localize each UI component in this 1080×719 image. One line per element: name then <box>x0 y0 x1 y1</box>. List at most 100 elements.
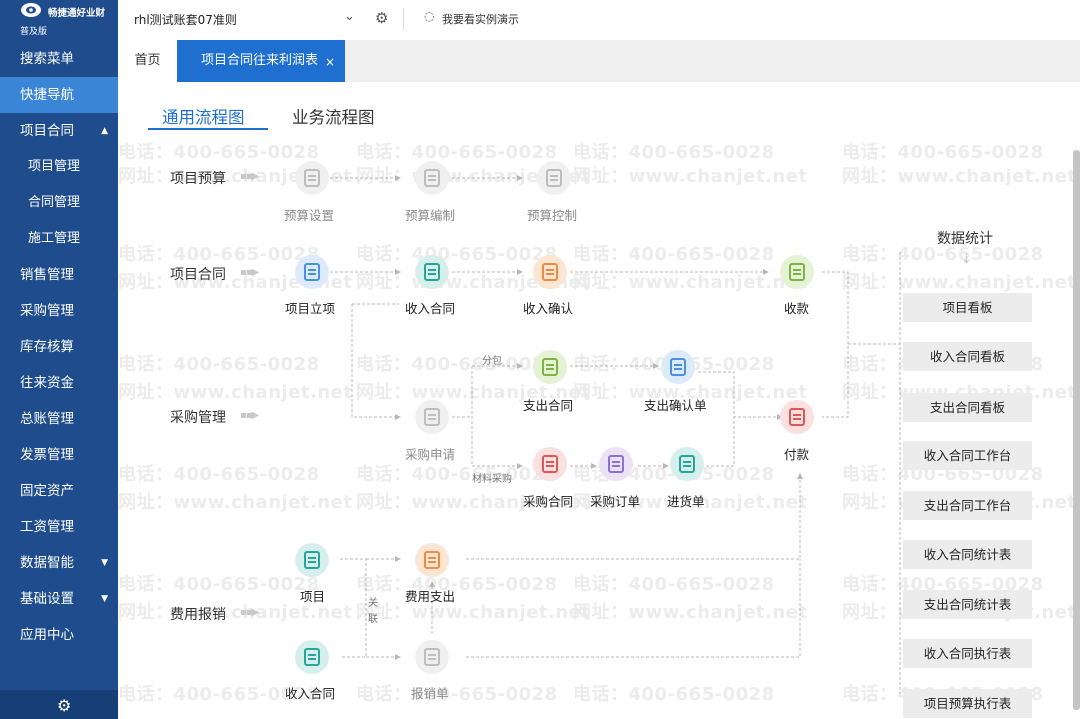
sidebar-item-purchasing[interactable]: 采购管理 <box>0 293 118 329</box>
project-icon[interactable] <box>295 543 329 577</box>
expense-contract-label: 支出合同 <box>523 398 574 413</box>
sidebar-item-label: 项目管理 <box>28 159 81 174</box>
arrow-right-icon: ▪▪▶ <box>240 607 259 618</box>
sidebar-item-label: 采购管理 <box>20 303 74 319</box>
sidebar-item-search-menu[interactable]: 搜索菜单 <box>0 41 118 77</box>
document-icon <box>608 455 624 473</box>
expense-confirm-icon[interactable] <box>661 350 695 384</box>
budget-setup-icon[interactable] <box>295 161 329 195</box>
tab-home[interactable]: 首页 <box>118 40 177 82</box>
tab-bar: 首页 项目合同往来利润表 × <box>118 40 1080 82</box>
data-stats-title: 数据统计 <box>937 231 993 247</box>
income-confirm-label: 收入确认 <box>523 301 574 316</box>
sidebar-item-funds[interactable]: 往来资金 <box>0 365 118 401</box>
document-icon <box>304 263 320 281</box>
report-income-contract-execution[interactable]: 收入合同执行表 <box>903 639 1032 668</box>
sidebar-item-invoice[interactable]: 发票管理 <box>0 437 118 473</box>
account-selector[interactable]: rhl测试账套07准则 <box>134 11 237 28</box>
budget-compile-icon[interactable] <box>415 161 449 195</box>
purchase-order-label: 采购订单 <box>590 494 641 509</box>
arrow-right-icon: ▪▪▶ <box>240 267 259 278</box>
report-expense-contract-workbench[interactable]: 支出合同工作台 <box>903 491 1032 520</box>
budget-control-icon[interactable] <box>537 161 571 195</box>
report-income-contract-workbench[interactable]: 收入合同工作台 <box>903 441 1032 470</box>
income-contract-label: 收入合同 <box>405 301 456 316</box>
close-icon[interactable]: × <box>325 41 335 83</box>
chat-icon[interactable]: ◌ <box>424 9 434 23</box>
report-income-contract-stats[interactable]: 收入合同统计表 <box>903 540 1032 569</box>
logo: 畅捷通好业财 普及版 <box>0 0 118 40</box>
gear-icon[interactable]: ⚙ <box>57 696 71 715</box>
receipt-icon[interactable] <box>780 255 814 289</box>
purchase-request-icon[interactable] <box>415 400 449 434</box>
edition-label: 普及版 <box>20 27 48 37</box>
sidebar-item-fixed-assets[interactable]: 固定资产 <box>0 473 118 509</box>
chevron-down-icon: ▼ <box>101 558 108 568</box>
report-expense-contract-stats[interactable]: 支出合同统计表 <box>903 590 1032 619</box>
row-label-contract: 项目合同 <box>170 267 226 283</box>
budget-control-label: 预算控制 <box>527 208 578 223</box>
sidebar-item-label: 施工管理 <box>28 231 81 246</box>
sidebar-item-label: 总账管理 <box>20 411 74 427</box>
sidebar-item-label: 应用中心 <box>20 627 74 643</box>
sidebar-item-label: 发票管理 <box>20 447 74 463</box>
wallet-icon <box>789 263 805 281</box>
sidebar-item-payroll[interactable]: 工资管理 <box>0 509 118 545</box>
document-icon <box>679 455 695 473</box>
list-icon <box>304 551 320 569</box>
sidebar-item-ledger[interactable]: 总账管理 <box>0 401 118 437</box>
purchase-contract-label: 采购合同 <box>523 494 574 509</box>
expense-out-icon[interactable] <box>415 543 449 577</box>
purchase-order-icon[interactable] <box>599 447 633 481</box>
budget-compile-label: 预算编制 <box>405 208 456 223</box>
link-label: 关 <box>368 598 378 609</box>
sidebar-item-contract-management[interactable]: 合同管理 <box>0 185 118 221</box>
sidebar-item-basic-settings[interactable]: 基础设置 ▼ <box>0 581 118 617</box>
divider <box>403 8 404 30</box>
reimburse-icon[interactable] <box>415 640 449 674</box>
income-contract-icon[interactable] <box>415 255 449 289</box>
vertical-scrollbar[interactable] <box>1073 150 1080 710</box>
sidebar-item-project-management[interactable]: 项目管理 <box>0 149 118 185</box>
document-icon <box>424 648 440 666</box>
document-icon <box>542 358 558 376</box>
material-purchase-label: 材料采购 <box>472 474 512 485</box>
sidebar-item-label: 合同管理 <box>28 195 81 210</box>
report-income-contract-board[interactable]: 收入合同看板 <box>903 342 1032 371</box>
reimburse-label: 报销单 <box>411 686 449 701</box>
income-contract-2-label: 收入合同 <box>285 686 336 701</box>
sidebar-item-label: 基础设置 <box>20 591 74 607</box>
document-icon <box>424 408 440 426</box>
inbound-icon[interactable] <box>670 447 704 481</box>
sidebar-item-quick-nav[interactable]: 快捷导航 <box>0 77 118 113</box>
logo-text: 畅捷通好业财 <box>48 8 106 19</box>
sidebar-item-label: 库存核算 <box>20 339 74 355</box>
chevron-down-icon: ▼ <box>101 594 108 604</box>
project-setup-icon[interactable] <box>295 255 329 289</box>
tab-project-contract-profit[interactable]: 项目合同往来利润表 × <box>177 40 345 82</box>
payment-label: 付款 <box>784 447 810 462</box>
sidebar-item-label: 固定资产 <box>20 483 74 499</box>
chanjet-logo-icon <box>21 3 41 17</box>
tab-label: 项目合同往来利润表 <box>201 53 319 68</box>
inbound-label: 进货单 <box>667 494 705 509</box>
sidebar-item-data-intelligence[interactable]: 数据智能 ▼ <box>0 545 118 581</box>
income-confirm-icon[interactable] <box>533 255 567 289</box>
payment-icon[interactable] <box>780 400 814 434</box>
demo-link[interactable]: 我要看实例演示 <box>442 11 519 27</box>
income-contract-2-icon[interactable] <box>295 640 329 674</box>
sidebar-item-project-contract[interactable]: 项目合同 ▲ <box>0 113 118 149</box>
chevron-down-icon[interactable]: ⌄ <box>344 9 355 24</box>
sidebar-item-construction-management[interactable]: 施工管理 <box>0 221 118 257</box>
expense-contract-icon[interactable] <box>533 350 567 384</box>
report-project-board[interactable]: 项目看板 <box>903 293 1032 322</box>
sidebar-item-inventory[interactable]: 库存核算 <box>0 329 118 365</box>
report-project-budget-execution[interactable]: 项目预算执行表 <box>903 689 1032 718</box>
sidebar-item-sales[interactable]: 销售管理 <box>0 257 118 293</box>
report-expense-contract-board[interactable]: 支出合同看板 <box>903 393 1032 422</box>
purchase-request-label: 采购申请 <box>405 447 456 462</box>
settings-icon[interactable]: ⚙ <box>375 9 388 27</box>
sidebar-item-app-center[interactable]: 应用中心 <box>0 617 118 653</box>
purchase-contract-icon[interactable] <box>533 447 567 481</box>
row-label-budget: 项目预算 <box>170 171 226 187</box>
